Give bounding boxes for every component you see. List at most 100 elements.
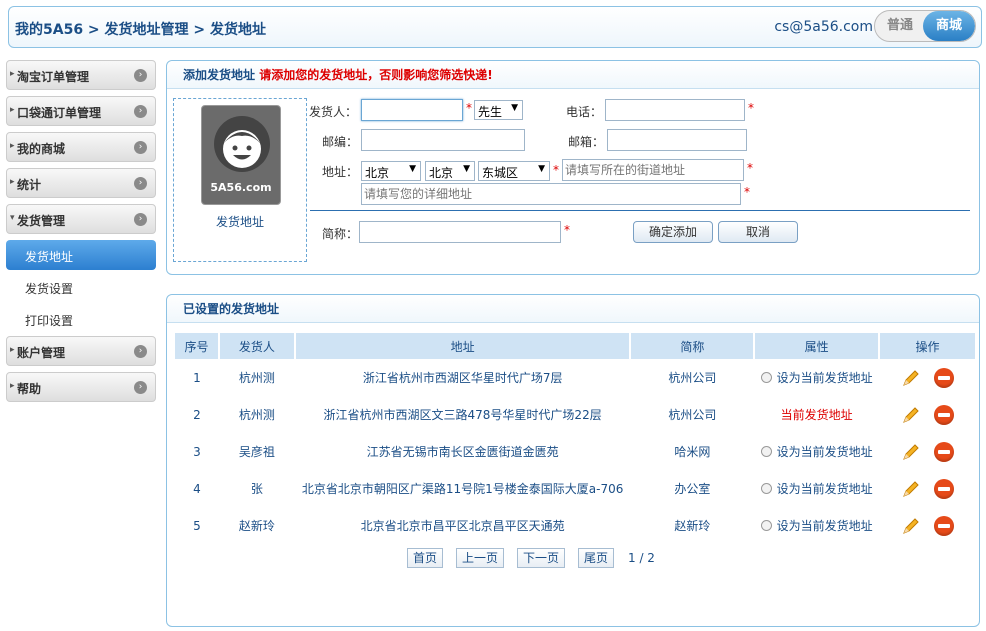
row-no: 2 [193,407,201,422]
email-input[interactable] [607,129,747,151]
first-page-button[interactable]: 首页 [407,548,443,568]
row-sender: 杭州测 [238,408,275,422]
sidebar-menu-taobao-orders[interactable]: ▸ 淘宝订单管理 › [6,60,156,90]
row-address: 浙江省杭州市西湖区文三路478号华星时代广场22层 [323,408,602,422]
sidebar-menu-koudai-orders[interactable]: ▸ 口袋通订单管理 › [6,96,156,126]
radio-icon[interactable] [760,520,772,531]
sender-label: 发货人： [309,105,358,119]
menu-label: 我的商城 [17,142,66,156]
sidebar-item-print-settings[interactable]: 打印设置 [6,304,156,334]
set-current-label[interactable]: 设为当前发货地址 [777,445,873,459]
zip-label: 邮编： [322,135,359,149]
row-actions [879,470,976,507]
row-address: 北京省北京市朝阳区广渠路11号院1号楼金泰国际大厦a-706 [301,482,624,496]
row-actions [879,507,976,544]
sidebar-menu-shipping[interactable]: ▾ 发货管理 › [6,204,156,234]
street-input[interactable] [562,159,744,181]
sidebar-menu-stats[interactable]: ▸ 统计 › [6,168,156,198]
toggle-mall-option[interactable]: 商城 [923,11,975,41]
add-address-title: 添加发货地址 [183,68,256,82]
district-select[interactable]: 东城区 ▼ [478,161,550,181]
last-page-button[interactable]: 尾页 [578,548,614,568]
radio-icon[interactable] [760,446,772,457]
sidebar-menu-my-mall[interactable]: ▸ 我的商城 › [6,132,156,162]
required-mark: * [553,163,559,177]
table-row: 1 杭州测 浙江省杭州市西湖区华星时代广场7层 杭州公司 设为当前发货地址 [175,359,976,396]
mode-toggle[interactable]: 普通 商城 [874,10,976,42]
warning-text: 请添加您的发货地址，否则影响您筛选快递! [259,68,493,82]
alias-label: 简称： [322,227,359,241]
panel-title: 已设置的发货地址 [167,295,979,323]
sender-input[interactable] [361,99,463,121]
dropdown-arrow-icon: ▼ [409,164,416,174]
table-row: 3 吴彦祖 江苏省无锡市南长区金匮街道金匮苑 哈米网 设为当前发货地址 [175,433,976,470]
set-current-label[interactable]: 设为当前发货地址 [777,371,873,385]
required-mark: * [744,185,750,199]
set-current-label[interactable]: 设为当前发货地址 [777,519,873,533]
cancel-button[interactable]: 取消 [718,221,798,243]
sub-item-label: 打印设置 [25,314,74,328]
required-mark: * [466,101,472,115]
row-actions [879,396,976,433]
chevron-right-icon: › [134,105,147,118]
pencil-icon[interactable] [901,516,921,536]
pencil-icon[interactable] [901,405,921,425]
column-header: 序号 [175,333,220,359]
prev-page-button[interactable]: 上一页 [456,548,504,568]
next-page-button[interactable]: 下一页 [517,548,565,568]
detail-address-input[interactable] [361,183,741,205]
delete-icon[interactable] [934,404,955,425]
confirm-add-button[interactable]: 确定添加 [633,221,713,243]
set-current-option[interactable]: 设为当前发货地址 [754,507,879,544]
table-header-row: 序号 发货人 地址 简称 属性 操作 [175,333,977,359]
column-header: 地址 [294,333,632,359]
sidebar-item-shipping-address[interactable]: 发货地址 [6,240,156,270]
pencil-icon[interactable] [901,368,921,388]
dropdown-arrow-icon: ▼ [463,164,470,174]
phone-input[interactable] [605,99,745,121]
avatar-caption: 发货地址 [215,215,264,229]
pencil-icon[interactable] [901,479,921,499]
dropdown-arrow-icon: ▼ [538,164,545,174]
title-select[interactable]: 先生 ▼ [474,100,523,120]
delete-icon[interactable] [934,441,955,462]
breadcrumb: 我的5A56 > 发货地址管理 > 发货地址 [15,22,267,38]
delete-icon[interactable] [934,515,955,536]
row-no: 3 [193,444,201,459]
row-sender: 杭州测 [238,371,275,385]
collapsed-arrow-icon: ▸ [10,141,15,151]
row-no: 5 [193,518,201,533]
address-label: 地址： [322,165,359,179]
toggle-normal-option[interactable]: 普通 [875,11,925,41]
city-select[interactable]: 北京 ▼ [425,161,475,181]
alias-input[interactable] [359,221,561,243]
radio-icon[interactable] [760,483,772,494]
delete-icon[interactable] [934,478,955,499]
chevron-right-icon: › [134,345,147,358]
sidebar-menu-help[interactable]: ▸ 帮助 › [6,372,156,402]
row-no: 1 [193,370,201,385]
avatar-logo: 5A56.com [210,181,272,194]
set-current-option[interactable]: 设为当前发货地址 [754,433,879,470]
required-mark: * [748,101,754,115]
row-address: 北京省北京市昌平区北京昌平区天通苑 [360,519,565,533]
address-table: 序号 发货人 地址 简称 属性 操作 1 杭州测 浙江省杭州市西湖区华星时代广场… [175,333,977,544]
sidebar-item-shipping-settings[interactable]: 发货设置 [6,272,156,302]
set-current-label[interactable]: 设为当前发货地址 [777,482,873,496]
radio-icon[interactable] [760,372,772,383]
pencil-icon[interactable] [901,442,921,462]
user-email: cs@5a56.com [774,19,873,35]
delete-icon[interactable] [934,367,955,388]
sub-item-label: 发货地址 [25,250,74,264]
expanded-arrow-icon: ▾ [10,213,15,223]
collapsed-arrow-icon: ▸ [10,381,15,391]
zip-input[interactable] [361,129,525,151]
set-current-option[interactable]: 设为当前发货地址 [754,359,879,396]
set-current-option[interactable]: 设为当前发货地址 [754,470,879,507]
menu-label: 淘宝订单管理 [17,70,90,84]
chevron-right-icon: › [134,213,147,226]
province-select[interactable]: 北京 ▼ [361,161,421,181]
collapsed-arrow-icon: ▸ [10,105,15,115]
row-alias: 哈米网 [674,445,711,459]
sidebar-menu-account[interactable]: ▸ 账户管理 › [6,336,156,366]
